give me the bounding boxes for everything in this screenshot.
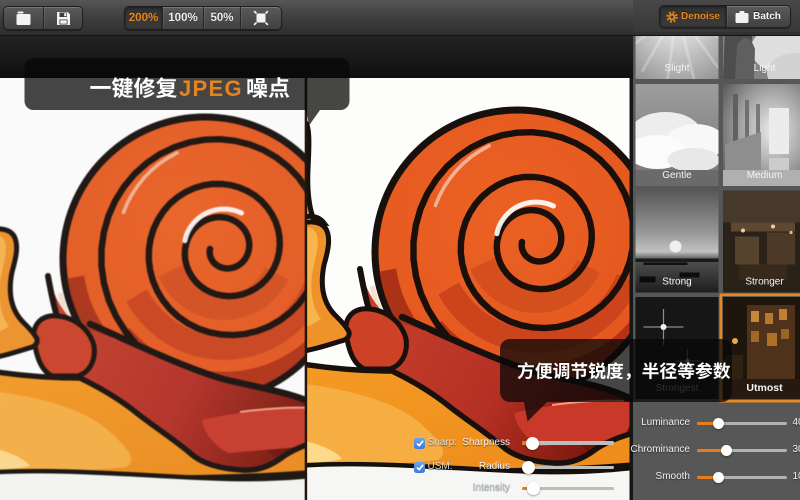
svg-text:JPEG: JPEG — [179, 76, 243, 101]
